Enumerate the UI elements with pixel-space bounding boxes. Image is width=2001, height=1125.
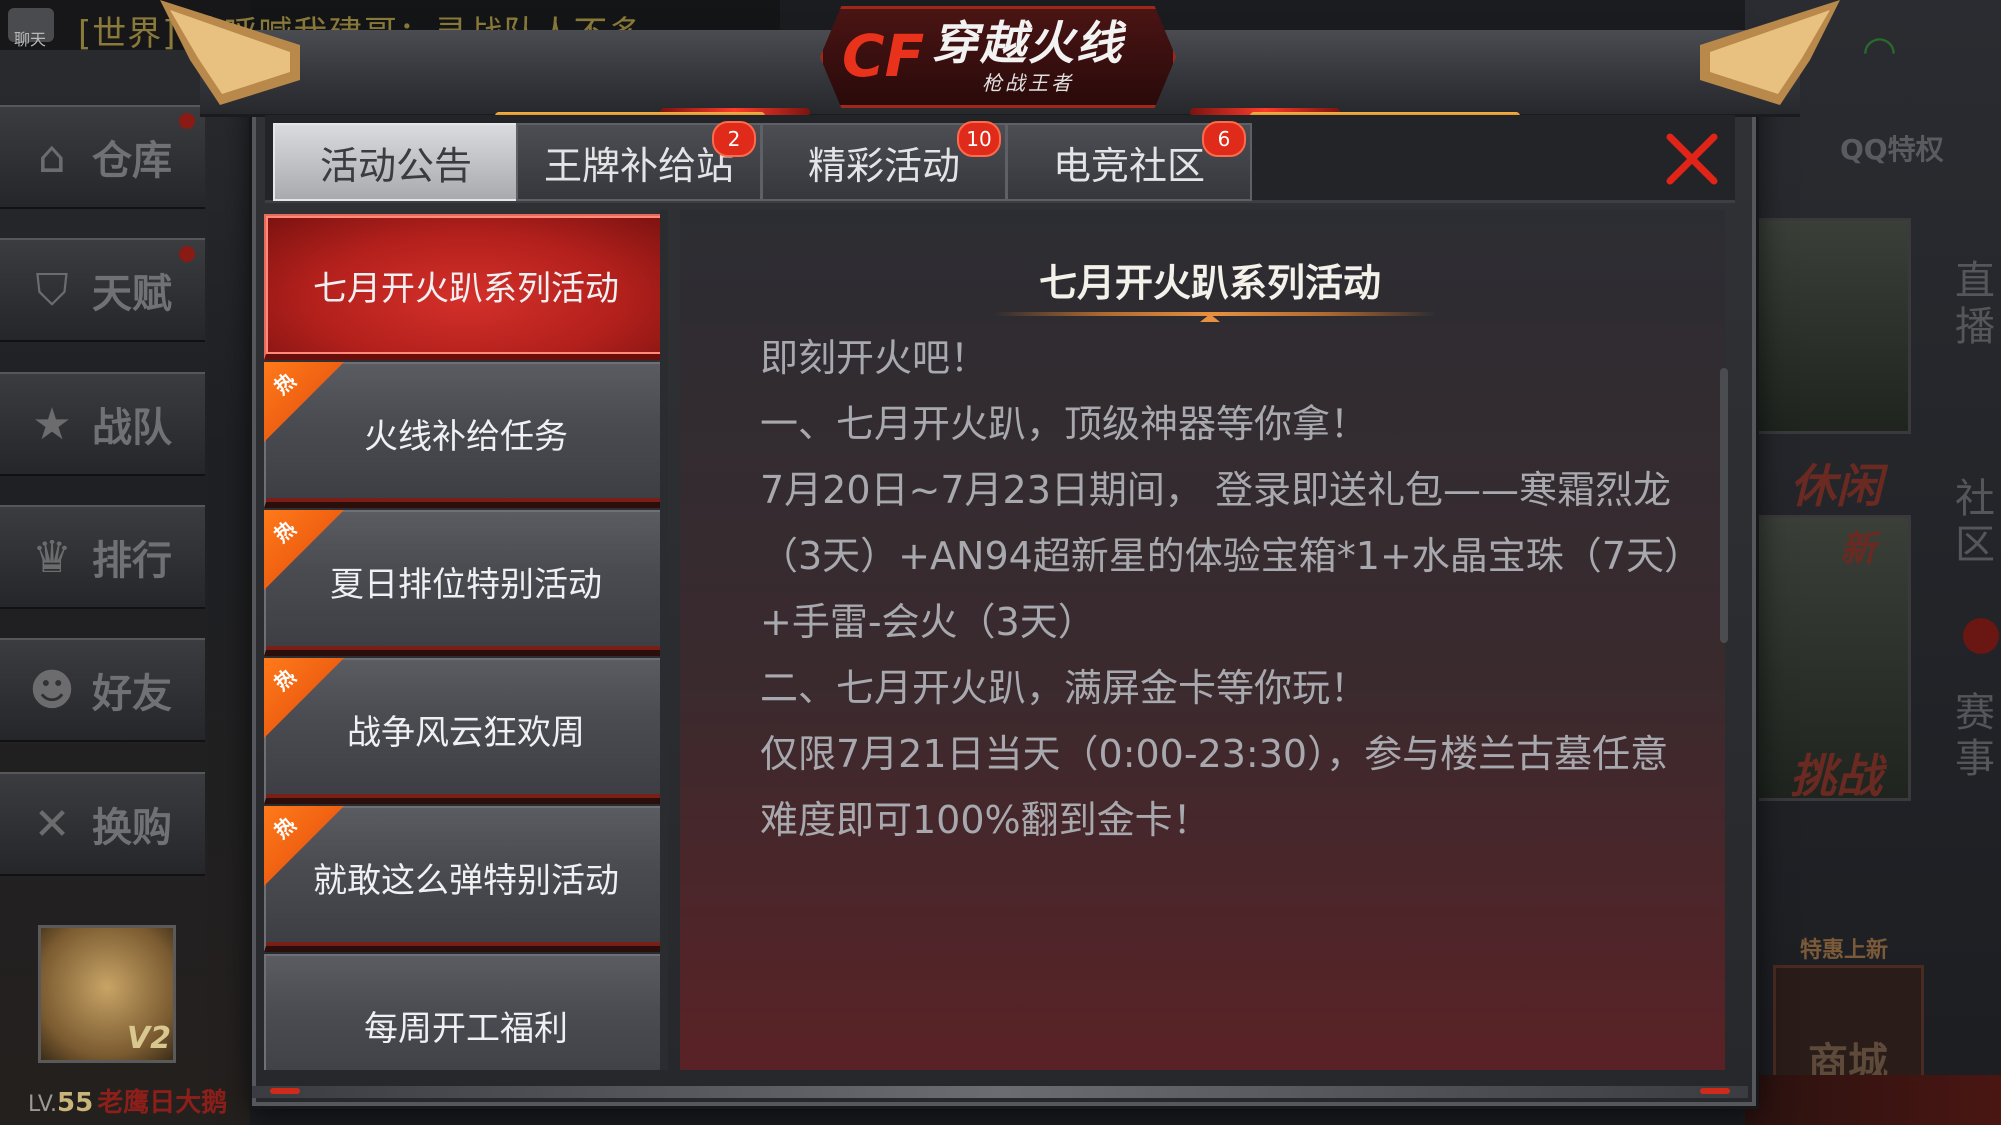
- player-name: 老鹰日大鹅: [97, 1088, 228, 1118]
- rail-light: [1700, 1088, 1730, 1094]
- logo-subtitle: 枪战王者: [982, 70, 1074, 95]
- vip-badge: V2: [126, 1021, 171, 1056]
- sidebar-item-clan[interactable]: ★ 战队: [0, 372, 205, 476]
- activity-item-july-party[interactable]: 七月开火趴系列活动: [264, 214, 668, 360]
- tab-announcements[interactable]: 活动公告: [273, 123, 519, 201]
- activity-label: 七月开火趴系列活动: [313, 268, 619, 309]
- tab-badge: 6: [1202, 121, 1246, 157]
- notification-dot: [179, 113, 195, 129]
- hot-tag-icon: 热: [264, 658, 344, 738]
- announcement-body: 即刻开火吧！ 一、七月开火趴，顶级神器等你拿！ 7月20日~7月23日期间， 登…: [760, 325, 1690, 853]
- body-line: 即刻开火吧！: [760, 336, 989, 380]
- left-wing-ornament: [160, 0, 300, 105]
- trophy-icon: ♛: [32, 531, 72, 583]
- live-stream-link[interactable]: 直播: [1955, 258, 1995, 350]
- notification-dot: [1963, 618, 1999, 654]
- new-badge: 新: [1840, 529, 1877, 570]
- close-button[interactable]: [1658, 125, 1726, 193]
- tools-icon: ✕: [33, 798, 71, 850]
- community-link[interactable]: 社区: [1955, 476, 1995, 568]
- activity-item-special-event[interactable]: 热 就敢这么弹特别活动: [264, 806, 668, 952]
- mode-casual-label: 休闲: [1790, 459, 1882, 513]
- friends-icon: ☻: [29, 664, 75, 716]
- announcement-title: 七月开火趴系列活动: [1038, 261, 1381, 305]
- body-line: 二、七月开火趴，满屏金卡等你玩！: [760, 666, 1369, 710]
- tab-label: 王牌补给站: [543, 143, 734, 188]
- body-line: 仅限7月21日当天（0:00-23:30），参与楼兰古墓任意难度即可100%翻到…: [760, 732, 1669, 842]
- hot-tag-icon: 热: [264, 362, 344, 442]
- dialog-bottom-rail: [252, 1086, 1748, 1098]
- activity-label: 夏日排位特别活动: [330, 564, 602, 605]
- activity-item-supply-task[interactable]: 热 火线补给任务: [264, 362, 668, 508]
- wifi-icon: ◠: [1862, 28, 1897, 74]
- clan-star-icon: ★: [32, 398, 72, 450]
- activity-item-weekly-welfare[interactable]: 每周开工福利: [264, 954, 668, 1070]
- activity-label: 战争风云狂欢周: [347, 712, 585, 753]
- sidebar-item-friends[interactable]: ☻ 好友: [0, 638, 205, 742]
- chat-label: 聊天: [14, 30, 47, 49]
- activity-item-summer-ranked[interactable]: 热 夏日排位特别活动: [264, 510, 668, 656]
- sidebar-item-talent[interactable]: ⛉ 天赋: [0, 238, 205, 342]
- sidebar-item-label: 好友: [92, 671, 172, 717]
- sidebar-item-label: 排行: [92, 538, 172, 584]
- player-avatar[interactable]: V2: [38, 925, 176, 1063]
- player-level: LV.55 老鹰日大鹅: [28, 1082, 227, 1119]
- sidebar-item-label: 天赋: [92, 271, 172, 317]
- warehouse-icon: ⌂: [38, 131, 66, 183]
- talent-icon: ⛉: [35, 264, 69, 316]
- sidebar-item-exchange[interactable]: ✕ 换购: [0, 772, 205, 876]
- notification-dot: [179, 246, 195, 262]
- tab-featured-events[interactable]: 精彩活动 10: [761, 121, 1007, 201]
- mode-challenge-label: 挑战: [1790, 749, 1882, 803]
- sidebar-item-ranking[interactable]: ♛ 排行: [0, 505, 205, 609]
- activity-label: 每周开工福利: [364, 1008, 568, 1049]
- level-prefix: LV.: [28, 1092, 58, 1117]
- esports-link[interactable]: 赛事: [1955, 690, 1995, 782]
- logo-title: 穿越火线: [932, 15, 1124, 70]
- body-line: 7月20日~7月23日期间， 登录即送礼包——寒霜烈龙（3天）+AN94超新星的…: [760, 468, 1683, 644]
- tab-esports-community[interactable]: 电竞社区 6: [1006, 121, 1252, 201]
- bottom-strip: [1745, 1075, 2001, 1125]
- shop-promo-label: 特惠上新: [1800, 938, 1889, 963]
- qq-privilege-button[interactable]: QQ特权: [1840, 128, 2000, 178]
- title-underline: [995, 312, 1435, 322]
- body-line: 一、七月开火趴，顶级神器等你拿！: [760, 402, 1369, 446]
- activity-list[interactable]: 七月开火趴系列活动 热 火线补给任务 热 夏日排位特别活动 热 战争风云狂欢周 …: [262, 210, 672, 1070]
- activity-label: 火线补给任务: [364, 416, 568, 457]
- tab-label: 电竞社区: [1052, 143, 1205, 188]
- activity-item-war-carnival[interactable]: 热 战争风云狂欢周: [264, 658, 668, 804]
- sidebar-item-warehouse[interactable]: ⌂ 仓库: [0, 105, 205, 209]
- tab-badge: 2: [712, 121, 756, 157]
- rail-light: [270, 1088, 300, 1094]
- close-icon: [1666, 133, 1718, 185]
- right-wing-ornament: [1700, 0, 1840, 105]
- sidebar-item-label: 换购: [92, 805, 172, 851]
- sidebar-item-label: 战队: [92, 405, 172, 451]
- level-value: 55: [57, 1088, 94, 1118]
- tab-supply-station[interactable]: 王牌补给站 2: [516, 121, 762, 201]
- sidebar-item-label: 仓库: [92, 138, 172, 184]
- content-scrollbar[interactable]: [1720, 368, 1728, 643]
- mode-tile-casual[interactable]: [1745, 218, 1911, 434]
- list-scrollbar[interactable]: [660, 210, 668, 1070]
- logo-cf-mark: CF: [842, 22, 925, 90]
- tab-label: 精彩活动: [807, 143, 960, 188]
- tab-badge: 10: [957, 121, 1001, 157]
- activity-label: 就敢这么弹特别活动: [313, 860, 619, 901]
- tab-label: 活动公告: [319, 143, 472, 188]
